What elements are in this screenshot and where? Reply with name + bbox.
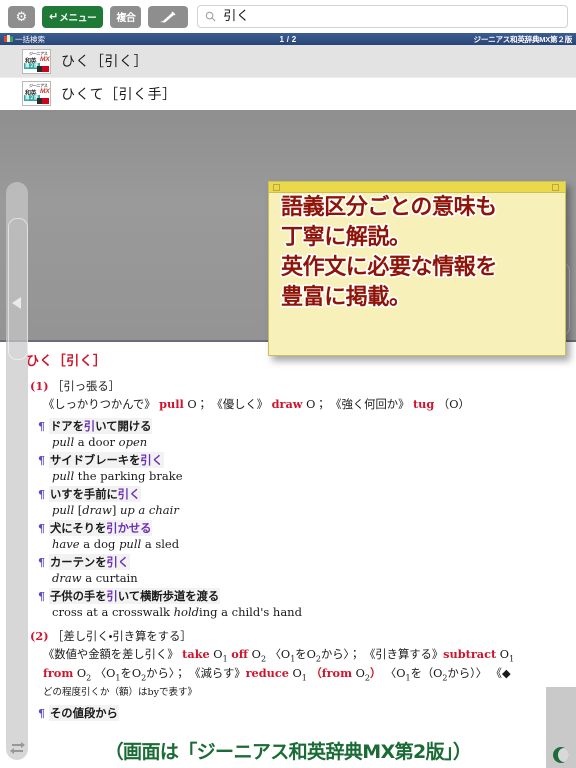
example-japanese: ¶ サイドブレーキを引く [38, 452, 544, 469]
list-item-label: ひく［引く］ [61, 54, 148, 70]
callout-corner-square-left [273, 184, 280, 191]
status-bar: 一括検索 1 / 2 ジーニアス和英辞典MX第２版 [0, 33, 576, 45]
search-result-list: ジーニアス 和英 MX 第２版 ひく［引く］ ジーニアス 和英 MX 第２版 ひ… [0, 45, 576, 110]
dictionary-thumbnail-icon: ジーニアス 和英 MX 第２版 [22, 48, 51, 74]
dictionary-content-panel: ひく［引く］ (1) ［引っ張る］ 《しっかりつかんで》 pull O； 《優し… [0, 340, 576, 768]
sense-gloss-tail: どの程度引くか（額）はbyで表す》 [43, 687, 197, 699]
list-item[interactable]: ジーニアス 和英 MX 第２版 ひく［引く］ [0, 45, 576, 77]
example-japanese-text: 子供の手を引いて横断歩道を渡る [49, 588, 221, 605]
pilcrow-icon: ¶ [38, 556, 45, 570]
vertical-scrollbar[interactable] [546, 687, 576, 768]
pen-icon [159, 11, 177, 23]
example-english: pull the parking brake [52, 469, 183, 484]
callout-line-4: 豊富に掲載。 [281, 284, 411, 310]
thumb-red-square [42, 98, 49, 104]
example-japanese: ¶ カーテンを引く [38, 554, 544, 571]
return-arrow-icon: ↵ [49, 11, 59, 23]
example-japanese-text: その値段から [49, 704, 119, 721]
example-japanese: ¶ 子供の手を引いて横断歩道を渡る [38, 588, 544, 605]
callout-box: 語義区分ごとの意味も 丁寧に解説。 英作文に必要な情報を 豊富に掲載。 [268, 181, 566, 356]
callout-line-3: 英作文に必要な情報を [281, 254, 498, 280]
handwriting-button[interactable] [148, 5, 189, 28]
example-japanese-text: 犬にそりを引かせる [49, 520, 153, 537]
pilcrow-icon: ¶ [38, 590, 45, 604]
settings-button[interactable]: ⚙ [8, 5, 35, 28]
list-item[interactable]: ジーニアス 和英 MX 第２版 ひくて［引く手］ [0, 77, 576, 109]
search-icon [205, 11, 216, 22]
callout-line-2: 丁寧に解説。 [281, 224, 411, 250]
left-rail-handle[interactable] [8, 218, 28, 360]
sense-heading: (2) ［差し引く・引き算をする］ [30, 628, 544, 644]
swap-arrows-icon[interactable] [9, 739, 26, 756]
pilcrow-icon: ¶ [38, 420, 45, 434]
thumb-mx: MX [40, 55, 50, 63]
callout-body: 語義区分ごとの意味も 丁寧に解説。 英作文に必要な情報を 豊富に掲載。 [281, 193, 559, 353]
sense-label: ［差し引く・引き算をする］ [52, 630, 192, 644]
thumb-mx: MX [40, 88, 50, 95]
left-side-rail[interactable] [6, 182, 28, 760]
sense-number: (2) [30, 629, 49, 644]
example-english: pull [draw] up a chair [52, 503, 179, 518]
callout-line-1: 語義区分ごとの意味も [281, 195, 497, 220]
dictionary-article: ひく［引く］ (1) ［引っ張る］ 《しっかりつかんで》 pull O； 《優し… [26, 342, 544, 768]
compound-search-button[interactable]: 複合 [110, 5, 142, 28]
menu-button[interactable]: ↵ メニュー [42, 5, 104, 28]
example-japanese: ¶ いすを手前に引く [38, 486, 544, 503]
list-item-label: ひくて［引く手］ [61, 86, 177, 103]
example-english: cross at a crosswalk holding a child's h… [52, 605, 302, 620]
thumb-red-square [42, 65, 49, 72]
example-english: pull a door open [52, 435, 148, 450]
sense-label: ［引っ張る］ [52, 380, 120, 393]
callout-corner-square-right [552, 184, 559, 191]
example-japanese: ¶ ドアを引いて開ける [38, 418, 544, 435]
pilcrow-icon: ¶ [38, 522, 45, 536]
example-japanese-text: サイドブレーキを引く [49, 452, 164, 469]
compound-button-label: 複合 [116, 13, 136, 24]
sense-gloss: 《しっかりつかんで》 pull O； 《優しく》 draw O； 《強く何回か》… [43, 397, 470, 411]
sense-gloss: 《数値や金額を差し引く》 take O1 off O2 〈O1をO2から〉； 《… [43, 647, 515, 683]
menu-button-label: メニュー [59, 12, 97, 24]
example-group: ¶ ドアを引いて開ける pull a door open ¶ サイドブレーキを引… [26, 418, 544, 619]
triangle-left-icon[interactable] [12, 297, 21, 309]
search-input[interactable]: 引く [197, 5, 568, 28]
callout-title-bar [269, 182, 565, 193]
top-toolbar: ⚙ ↵ メニュー 複合 引く [0, 0, 576, 33]
pilcrow-icon: ¶ [38, 488, 45, 502]
example-japanese-text: ドアを引いて開ける [49, 418, 153, 435]
night-mode-button[interactable] [553, 747, 569, 763]
dictionary-name-label: ジーニアス和英辞典MX第２版 [473, 34, 573, 44]
example-japanese-text: カーテンを引く [49, 554, 131, 571]
example-japanese-text: いすを手前に引く [49, 486, 142, 503]
app-root: ⚙ ↵ メニュー 複合 引く 一括検索 1 / 2 ジーニアス和英辞典MX第２版… [0, 0, 576, 768]
dictionary-thumbnail-icon: ジーニアス 和英 MX 第２版 [22, 81, 51, 106]
sense-heading: (1) ［引っ張る］ [30, 378, 544, 394]
pilcrow-icon: ¶ [38, 454, 45, 468]
example-japanese: ¶ 犬にそりを引かせる [38, 520, 544, 537]
sense-number: (1) [30, 379, 49, 393]
search-input-value: 引く [223, 9, 250, 24]
example-japanese: ¶ その値段から [38, 704, 544, 721]
gear-icon: ⚙ [15, 9, 28, 24]
example-english: draw a curtain [52, 571, 138, 586]
example-english: have a dog pull a sled [52, 537, 180, 552]
pilcrow-icon: ¶ [38, 706, 45, 720]
